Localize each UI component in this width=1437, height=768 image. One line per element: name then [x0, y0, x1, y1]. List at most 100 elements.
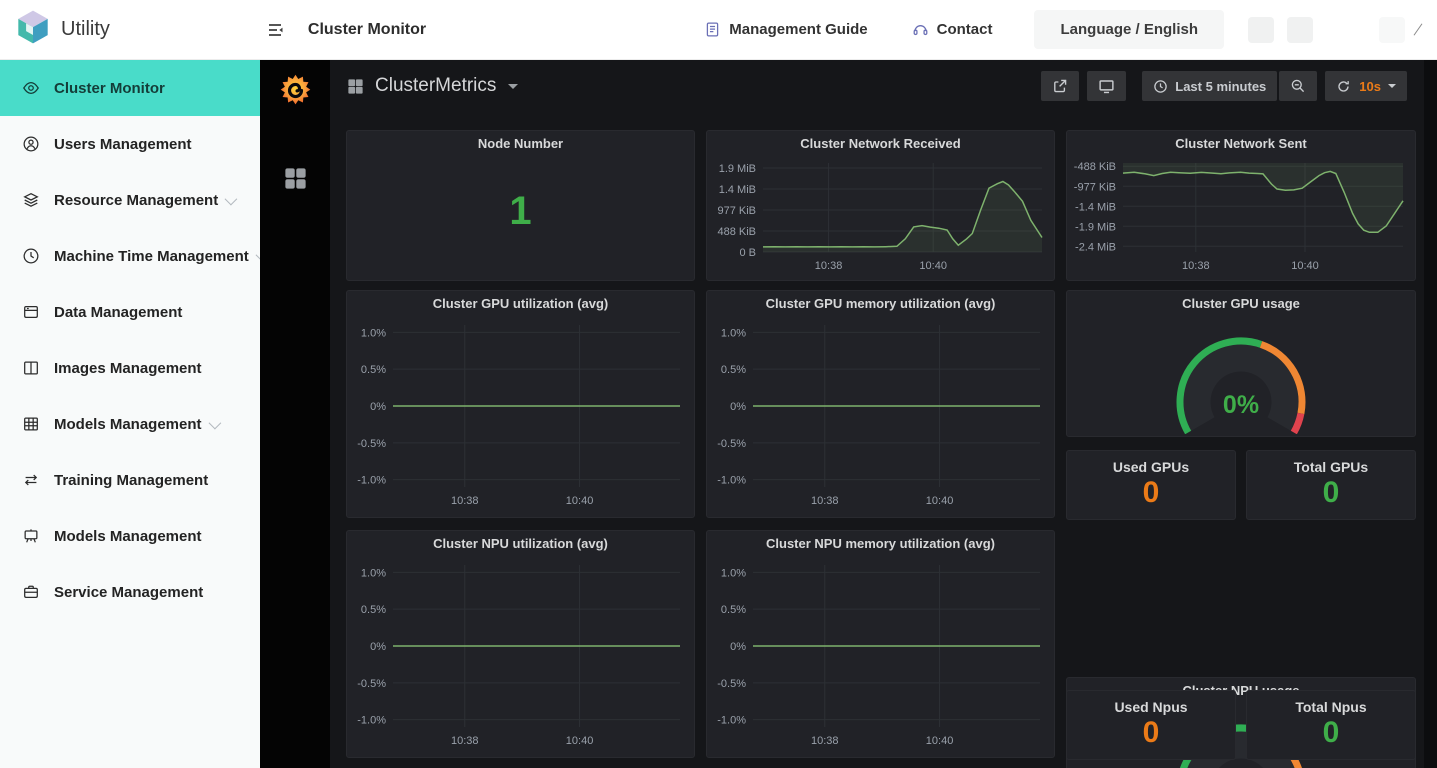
panel-gpu-usage-gauge: Cluster GPU usage 0% — [1066, 290, 1416, 437]
sidebar-item-label: Cluster Monitor — [54, 79, 165, 97]
tv-mode-button[interactable] — [1087, 71, 1127, 101]
easel-icon — [22, 527, 40, 545]
slash-divider — [1413, 23, 1423, 36]
grafana-mini-sidebar — [260, 60, 330, 768]
used-npus-value: 0 — [1142, 716, 1160, 749]
header-placeholder-icon — [1287, 16, 1313, 43]
grafana-header: ClusterMetrics Last 5 minutes 10s — [330, 60, 1437, 112]
time-range-button[interactable]: Last 5 minutes — [1142, 71, 1278, 101]
svg-text:-1.0%: -1.0% — [717, 715, 746, 727]
npu-memory-utilization-chart: 1.0% 0.5% 0% -0.5% -1.0% 10:38 10:40 — [717, 565, 1040, 747]
sidebar-item-machine-time-management[interactable]: Machine Time Management — [0, 228, 269, 284]
total-gpus-value: 0 — [1322, 476, 1340, 509]
nav-contact[interactable]: Contact — [912, 21, 992, 38]
total-npus-value: 0 — [1322, 716, 1340, 749]
panel-title[interactable]: Cluster NPU memory utilization (avg) — [707, 531, 1054, 555]
headset-icon — [912, 21, 929, 38]
sidebar-item-models-management-2[interactable]: Models Management — [0, 508, 260, 564]
svg-text:1.0%: 1.0% — [361, 327, 386, 339]
panel-title[interactable]: Total GPUs — [1247, 459, 1415, 475]
panel-title[interactable]: Cluster GPU utilization (avg) — [347, 291, 694, 315]
book-icon — [22, 359, 40, 377]
svg-text:0.5%: 0.5% — [361, 604, 386, 616]
layers-icon — [22, 191, 40, 209]
svg-text:0 B: 0 B — [739, 247, 756, 259]
panel-title[interactable]: Cluster Network Sent — [1067, 131, 1415, 155]
network-sent-chart: -488 KiB -977 KiB -1.4 MiB -1.9 MiB -2.4 MiB… — [1074, 161, 1404, 272]
sidebar-item-training-management[interactable]: Training Management — [0, 452, 260, 508]
svg-text:10:40: 10:40 — [566, 735, 594, 747]
language-selector[interactable]: Language / English — [1034, 10, 1224, 49]
sidebar-item-label: Data Management — [54, 303, 183, 321]
time-range-label: Last 5 minutes — [1175, 78, 1267, 94]
cycle-arrows-icon — [22, 471, 40, 489]
refresh-interval-label: 10s — [1359, 78, 1381, 94]
dashboard-title-dropdown[interactable]: ClusterMetrics — [346, 75, 519, 97]
panel-used-npus: Used Npus 0 — [1066, 690, 1236, 760]
sidebar: Cluster Monitor Users Management Resourc… — [0, 60, 269, 768]
panel-total-gpus: Total GPUs 0 — [1246, 450, 1416, 520]
panel-total-npus: Total Npus 0 — [1246, 690, 1416, 760]
gpu-memory-utilization-chart: 1.0% 0.5% 0% -0.5% -1.0% 10:38 10:40 — [717, 325, 1040, 507]
svg-text:977 KiB: 977 KiB — [717, 205, 756, 217]
sidebar-item-label: Service Management — [54, 583, 204, 601]
svg-text:0%: 0% — [730, 401, 746, 413]
document-icon — [704, 21, 721, 38]
svg-text:10:38: 10:38 — [811, 735, 839, 747]
panel-title[interactable]: Cluster GPU usage — [1067, 291, 1415, 315]
svg-text:0%: 0% — [370, 401, 386, 413]
svg-text:0.5%: 0.5% — [361, 364, 386, 376]
svg-text:10:38: 10:38 — [451, 735, 479, 747]
svg-text:10:40: 10:40 — [926, 495, 954, 507]
svg-text:1.9 MiB: 1.9 MiB — [719, 163, 756, 175]
panel-title[interactable]: Cluster Network Received — [707, 131, 1054, 155]
grafana-logo-icon[interactable] — [277, 72, 314, 114]
gpu-utilization-chart: 1.0% 0.5% 0% -0.5% -1.0% 10:38 10:40 — [357, 325, 680, 507]
svg-text:0%: 0% — [730, 641, 746, 653]
panel-title[interactable]: Total Npus — [1247, 699, 1415, 715]
sidebar-item-models-management[interactable]: Models Management — [0, 396, 260, 452]
svg-text:488 KiB: 488 KiB — [717, 226, 756, 238]
grafana-dashboard: ClusterMetrics Last 5 minutes 10s Node N… — [330, 60, 1437, 768]
panel-node-number: Node Number 1 — [346, 130, 695, 281]
sidebar-item-images-management[interactable]: Images Management — [0, 340, 260, 396]
sidebar-item-resource-management[interactable]: Resource Management — [0, 172, 260, 228]
panel-title[interactable]: Used Npus — [1067, 699, 1235, 715]
grid-icon — [22, 415, 40, 433]
dashboard-title: ClusterMetrics — [375, 75, 497, 96]
sidebar-collapse-icon[interactable] — [266, 20, 286, 40]
sidebar-item-service-management[interactable]: Service Management — [0, 564, 260, 620]
zoom-out-button[interactable] — [1279, 71, 1318, 101]
svg-text:10:40: 10:40 — [1291, 260, 1319, 272]
panel-title[interactable]: Node Number — [347, 131, 694, 155]
refresh-icon — [1336, 79, 1351, 94]
svg-text:1.0%: 1.0% — [721, 327, 746, 339]
svg-text:-0.5%: -0.5% — [717, 678, 746, 690]
utility-cube-logo-icon — [14, 8, 52, 51]
clock-icon — [22, 247, 40, 265]
app-header: Utility Cluster Monitor Management Guide — [0, 0, 1437, 60]
svg-text:10:38: 10:38 — [811, 495, 839, 507]
panel-title[interactable]: Cluster GPU memory utilization (avg) — [707, 291, 1054, 315]
share-button[interactable] — [1041, 71, 1080, 101]
panel-used-gpus: Used GPUs 0 — [1066, 450, 1236, 520]
nav-management-guide-label: Management Guide — [729, 21, 868, 38]
svg-text:10:40: 10:40 — [919, 260, 947, 272]
sidebar-item-cluster-monitor[interactable]: Cluster Monitor — [0, 60, 260, 116]
share-icon — [1052, 78, 1068, 94]
sidebar-item-data-management[interactable]: Data Management — [0, 284, 260, 340]
svg-text:10:38: 10:38 — [451, 495, 479, 507]
panel-title[interactable]: Used GPUs — [1067, 459, 1235, 475]
monitor-icon — [1098, 78, 1115, 95]
svg-text:-0.5%: -0.5% — [717, 438, 746, 450]
sidebar-item-users-management[interactable]: Users Management — [0, 116, 260, 172]
nav-management-guide[interactable]: Management Guide — [704, 21, 868, 38]
panel-title[interactable]: Cluster NPU utilization (avg) — [347, 531, 694, 555]
refresh-button[interactable]: 10s — [1325, 71, 1407, 101]
dashboards-grid-icon[interactable] — [282, 165, 309, 197]
eye-icon — [22, 79, 40, 97]
svg-text:0.5%: 0.5% — [721, 604, 746, 616]
svg-text:-0.5%: -0.5% — [357, 678, 386, 690]
svg-text:-1.0%: -1.0% — [357, 475, 386, 487]
brand-name: Utility — [61, 18, 110, 40]
